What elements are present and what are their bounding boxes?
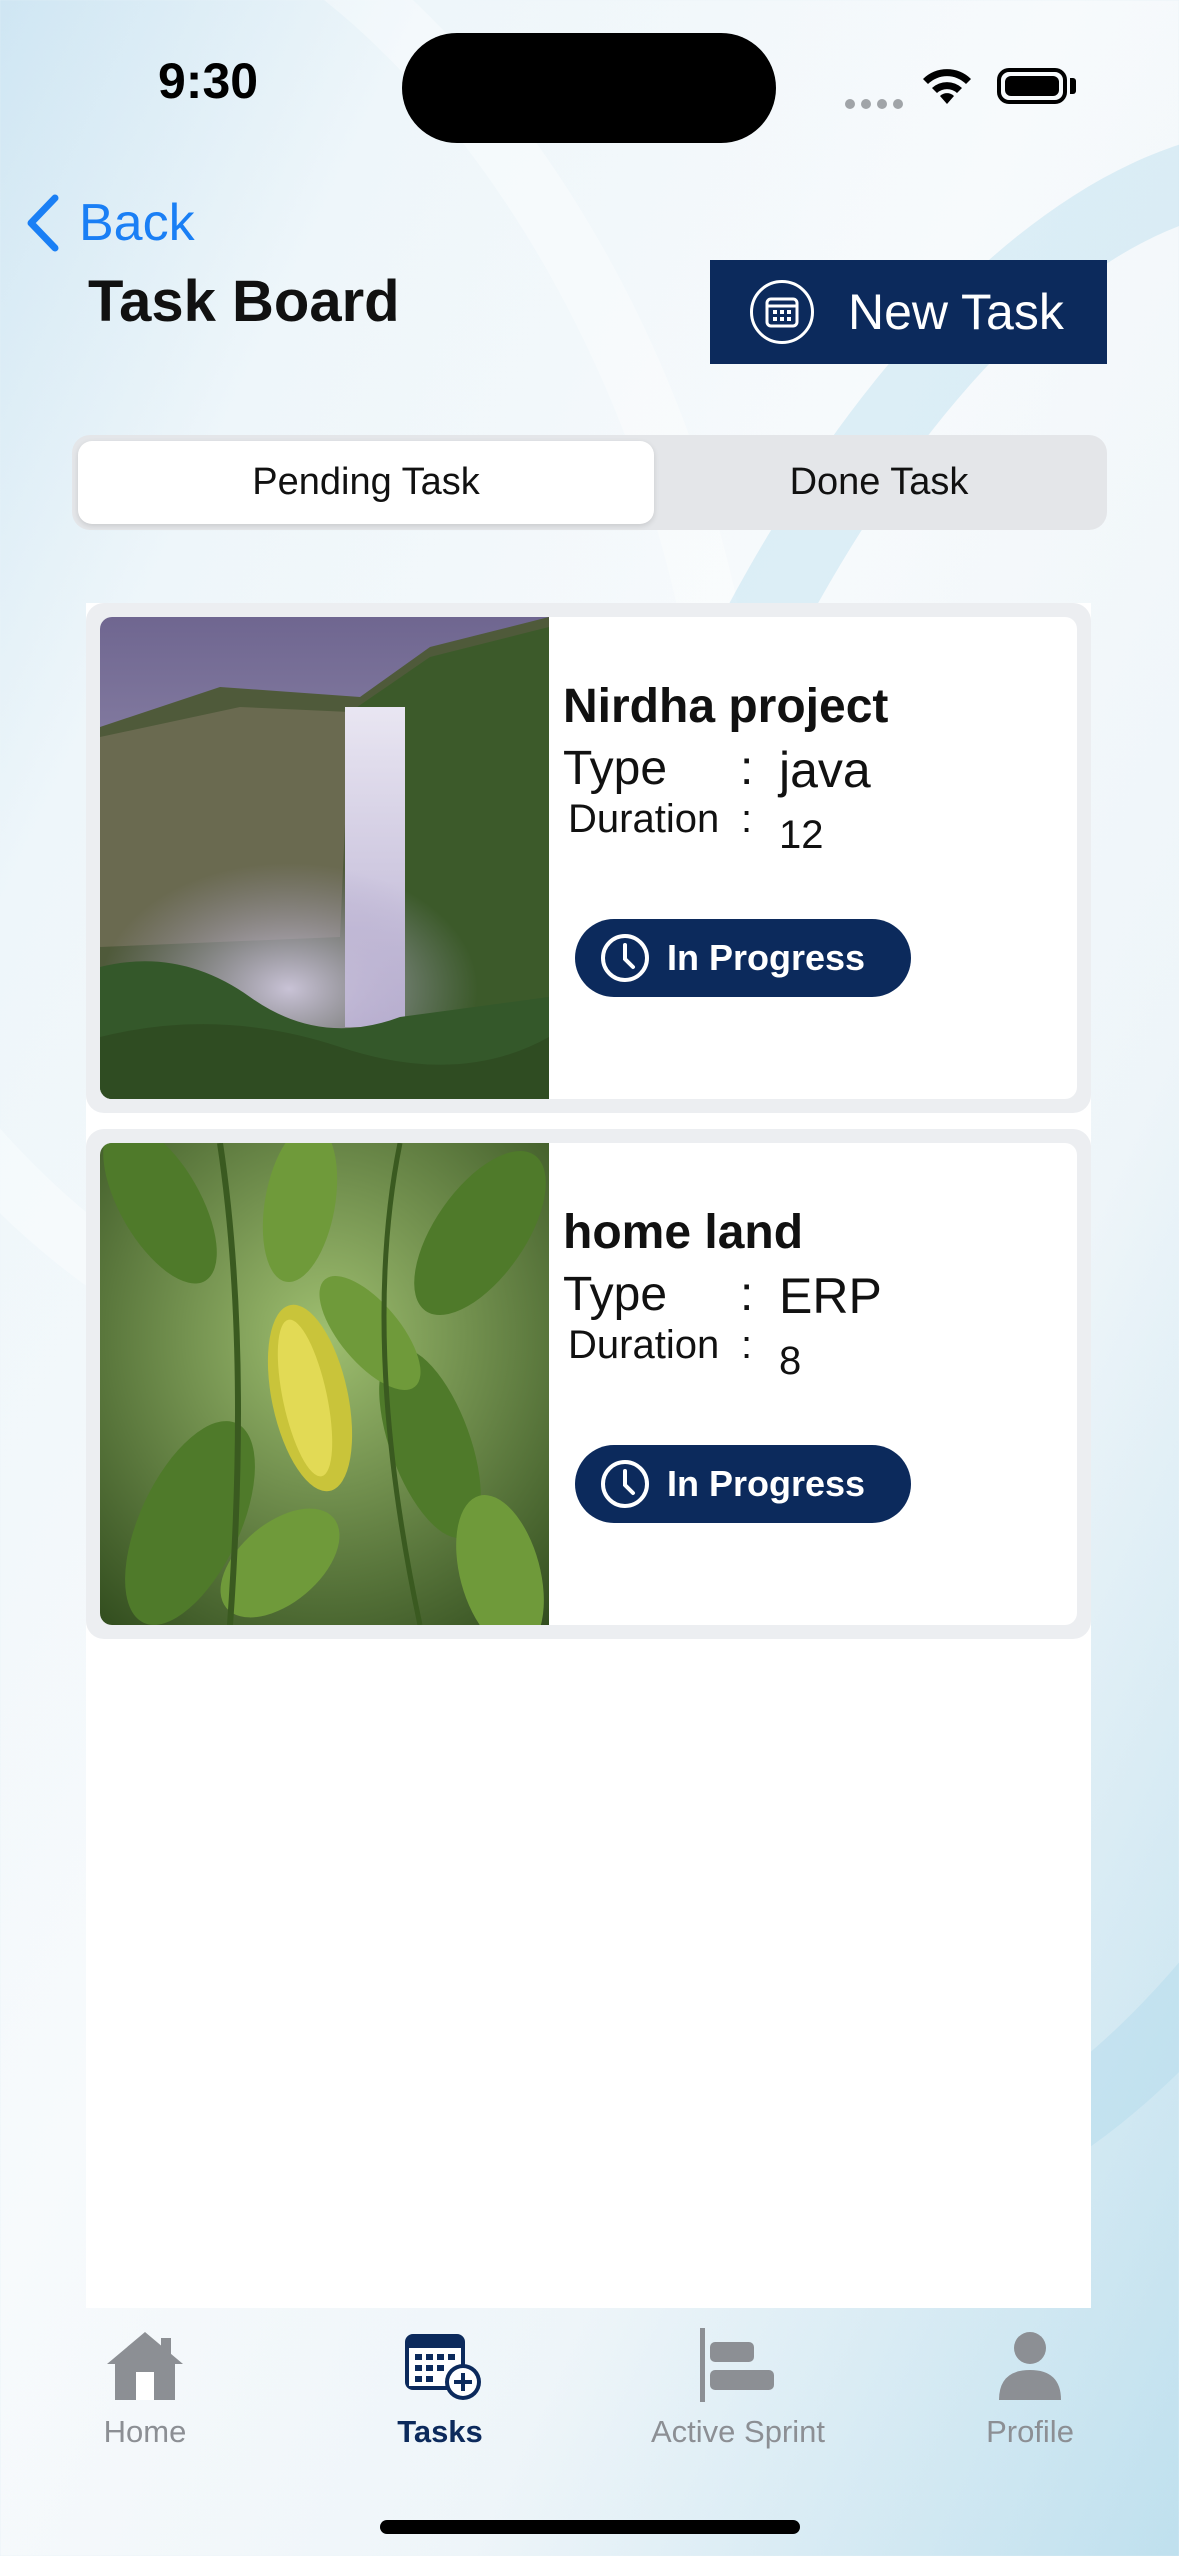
tab-done-task[interactable]: Done Task bbox=[657, 441, 1101, 524]
home-icon bbox=[107, 2332, 183, 2400]
home-indicator[interactable] bbox=[380, 2520, 800, 2534]
battery-tip bbox=[1070, 78, 1076, 94]
status-label: In Progress bbox=[667, 937, 866, 978]
type-separator: : bbox=[740, 742, 754, 795]
status-badge[interactable]: In Progress bbox=[575, 919, 911, 997]
task-card-content: Nirdha project Type : java Duration : 12… bbox=[100, 617, 1077, 1099]
duration-separator: : bbox=[741, 797, 753, 841]
tab-pending-task[interactable]: Pending Task bbox=[78, 441, 654, 524]
back-button[interactable]: Back bbox=[25, 193, 195, 253]
duration-value: 8 bbox=[779, 1339, 802, 1383]
tab-tasks-label: Tasks bbox=[397, 2414, 483, 2449]
new-task-label: New Task bbox=[848, 284, 1064, 340]
tab-active-sprint-label: Active Sprint bbox=[650, 2414, 825, 2449]
type-separator: : bbox=[740, 1268, 754, 1321]
task-card-content: home land Type : ERP Duration : 8 In Pro… bbox=[100, 1143, 1077, 1625]
task-title: Nirdha project bbox=[563, 680, 889, 733]
clock-icon bbox=[601, 934, 649, 982]
task-list: Nirdha project Type : java Duration : 12… bbox=[86, 603, 1091, 2308]
page-title: Task Board bbox=[88, 269, 400, 334]
task-card[interactable]: Nirdha project Type : java Duration : 12… bbox=[86, 603, 1091, 1113]
calendar-icon bbox=[750, 280, 814, 344]
duration-label: Duration bbox=[568, 797, 720, 841]
chevron-left-icon bbox=[27, 194, 59, 252]
status-bar: 9:30 bbox=[0, 0, 1179, 170]
task-title: home land bbox=[563, 1206, 804, 1259]
back-label: Back bbox=[79, 194, 195, 252]
battery-icon bbox=[997, 68, 1067, 104]
type-value: java bbox=[779, 742, 871, 798]
status-badge[interactable]: In Progress bbox=[575, 1445, 911, 1523]
status-label: In Progress bbox=[667, 1463, 866, 1504]
tasks-calendar-icon bbox=[405, 2334, 481, 2400]
status-time: 9:30 bbox=[158, 53, 259, 109]
duration-value: 12 bbox=[779, 813, 824, 857]
tab-home-label: Home bbox=[103, 2414, 187, 2449]
type-label: Type bbox=[563, 1268, 668, 1321]
clock-icon bbox=[601, 1460, 649, 1508]
duration-label: Duration bbox=[568, 1323, 720, 1367]
tab-tasks[interactable]: Tasks bbox=[390, 2328, 490, 2450]
dynamic-island bbox=[402, 33, 776, 143]
person-icon bbox=[999, 2332, 1061, 2400]
type-label: Type bbox=[563, 742, 668, 795]
duration-separator: : bbox=[741, 1323, 753, 1367]
tab-home[interactable]: Home bbox=[95, 2328, 195, 2450]
task-filter-segmented-control: Pending Task Done Task bbox=[72, 435, 1107, 530]
task-image-leaves bbox=[100, 1143, 549, 1625]
wifi-icon bbox=[923, 69, 971, 104]
new-task-button[interactable]: New Task bbox=[710, 260, 1107, 364]
task-card[interactable]: home land Type : ERP Duration : 8 In Pro… bbox=[86, 1129, 1091, 1639]
sprint-bars-icon bbox=[700, 2328, 774, 2402]
tab-active-sprint[interactable]: Active Sprint bbox=[633, 2328, 843, 2450]
cellular-signal-icon bbox=[845, 96, 909, 114]
task-image-waterfall bbox=[100, 617, 549, 1099]
tab-bar: Home Tasks Active Sprint Profile bbox=[0, 2310, 1179, 2510]
tab-profile-label: Profile bbox=[986, 2414, 1074, 2449]
type-value: ERP bbox=[779, 1268, 882, 1324]
tab-profile[interactable]: Profile bbox=[970, 2328, 1090, 2450]
